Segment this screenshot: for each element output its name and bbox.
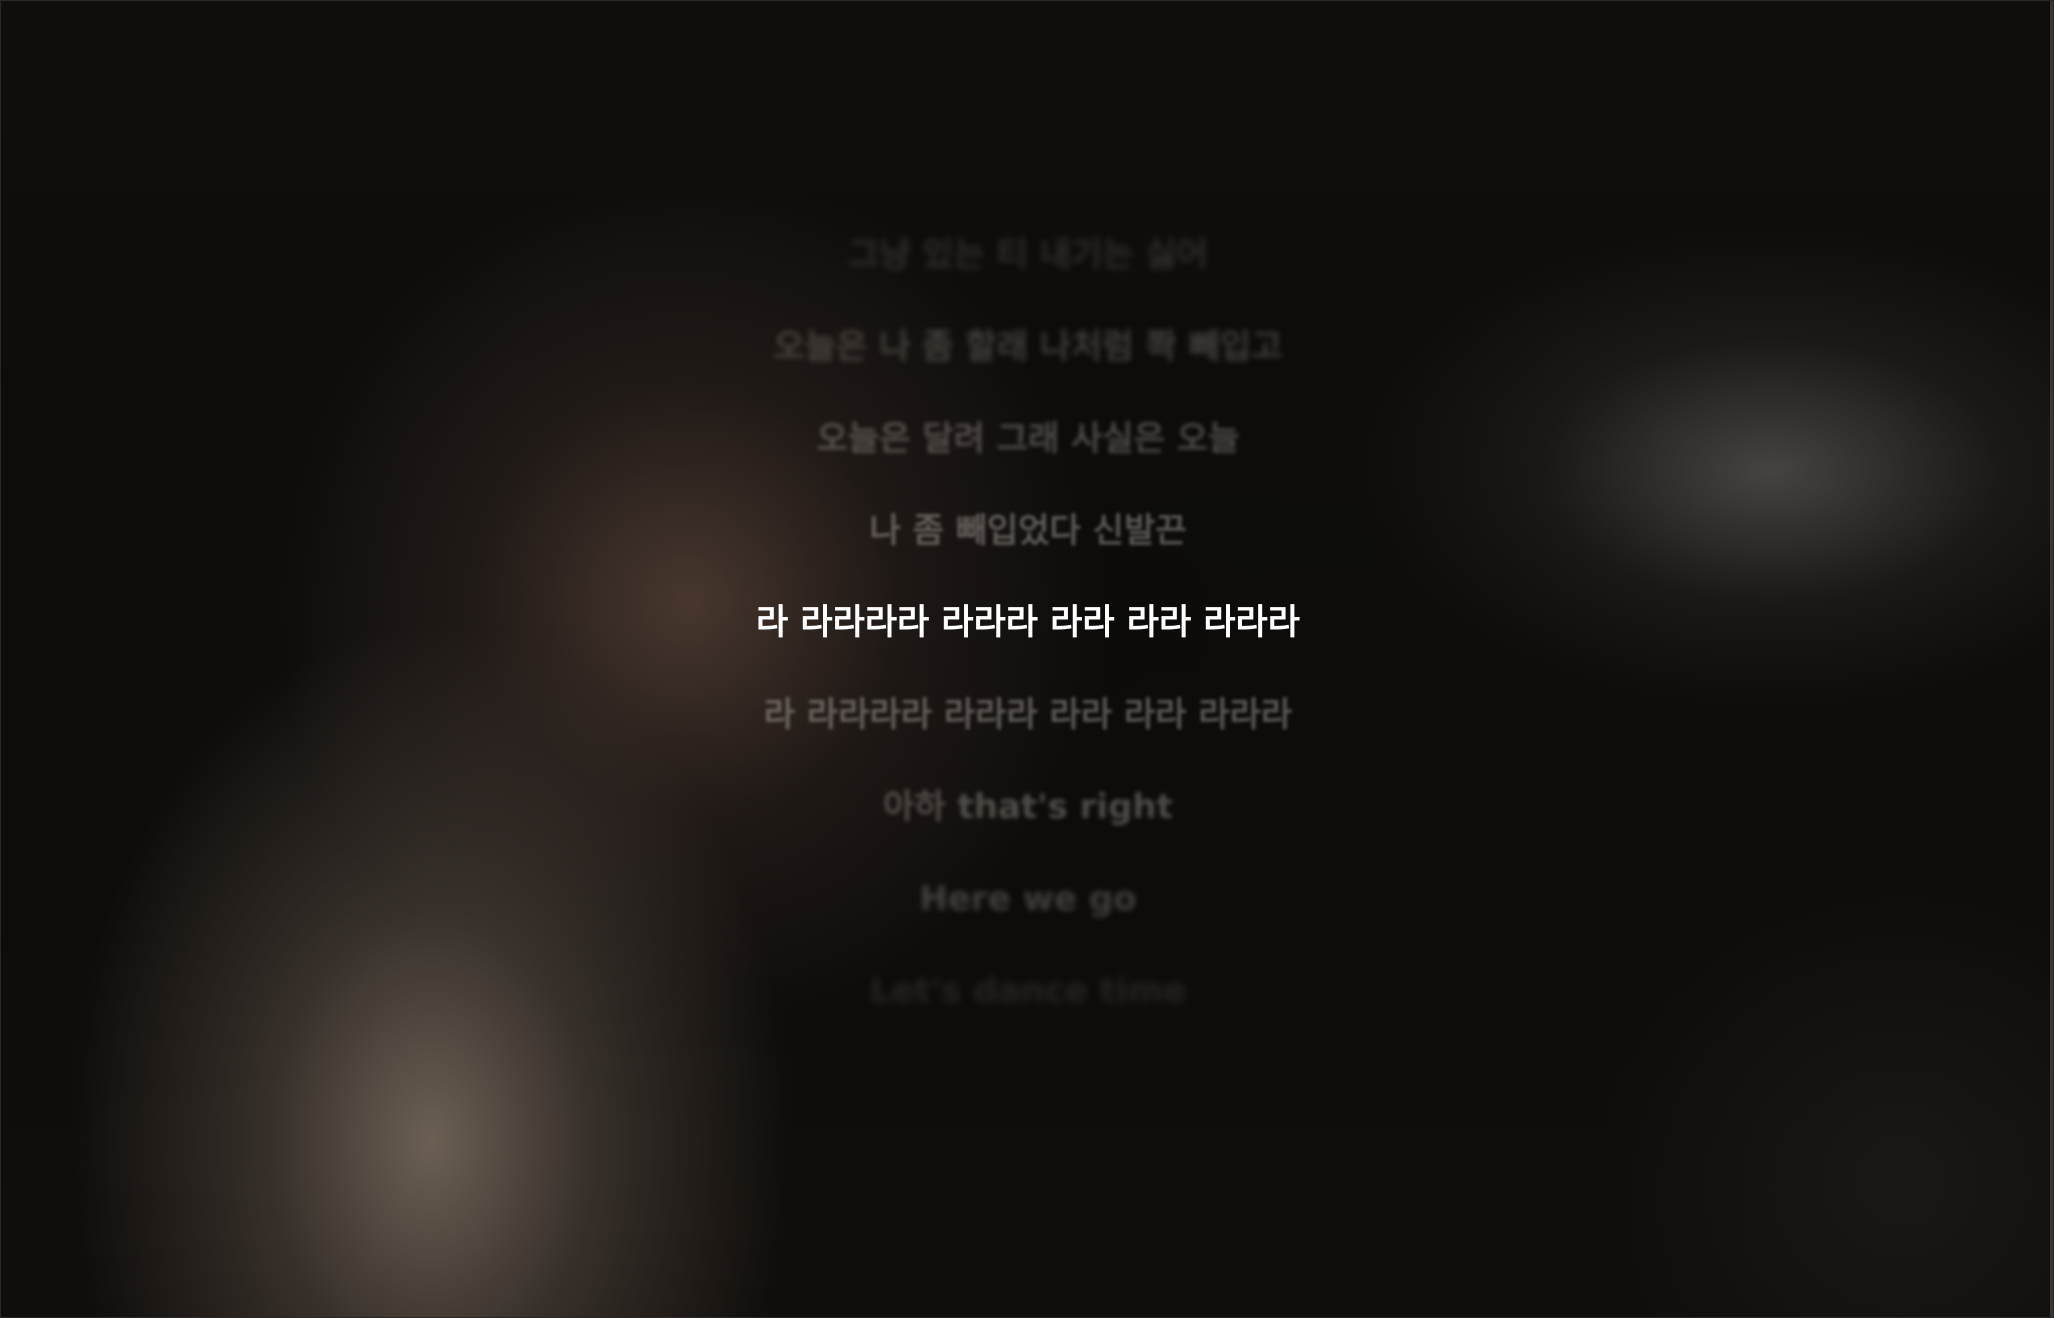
- lyric-line-current[interactable]: 라 라라라라 라라라 라라 라라 라라라: [1, 597, 2053, 689]
- window-edge: [2050, 1, 2053, 1317]
- lyric-line[interactable]: Let's dance time: [1, 965, 2053, 1057]
- lyric-line[interactable]: 라 라라라라 라라라 라라 라라 라라라: [1, 689, 2053, 781]
- lyric-line[interactable]: 아하 that's right: [1, 781, 2053, 873]
- lyric-line[interactable]: 나 좀 빼입었다 신발끈: [1, 505, 2053, 597]
- lyrics-list[interactable]: 그냥 있는 티 내기는 싫어 오늘은 나 좀 할래 나처럼 쫙 빼입고 오늘은 …: [1, 229, 2053, 1057]
- lyric-line[interactable]: Here we go: [1, 873, 2053, 965]
- lyric-line[interactable]: 그냥 있는 티 내기는 싫어: [1, 229, 2053, 321]
- lyric-line[interactable]: 오늘은 나 좀 할래 나처럼 쫙 빼입고: [1, 321, 2053, 413]
- lyric-line[interactable]: 오늘은 달려 그래 사실은 오늘: [1, 413, 2053, 505]
- lyrics-window: 그냥 있는 티 내기는 싫어 오늘은 나 좀 할래 나처럼 쫙 빼입고 오늘은 …: [0, 0, 2054, 1318]
